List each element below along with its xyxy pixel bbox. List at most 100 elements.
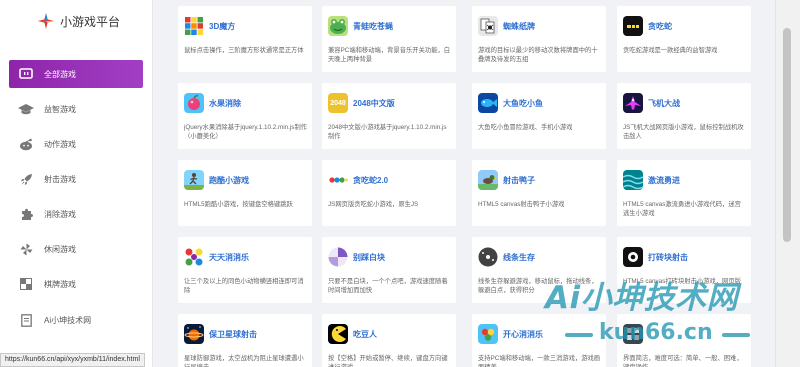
game-card-snake-2[interactable]: 贪吃蛇2.0 JS网页版贪吃蛇小游戏，原生JS (322, 160, 456, 226)
game-title: 贪吃蛇2.0 (353, 175, 389, 185)
logo-star-icon (38, 13, 54, 29)
game-card-frog[interactable]: 青蛙吃苍蝇 兼容PC端和移动端，背景音乐开关功能，白天晚上两种背景 (322, 6, 456, 72)
game-title: 大鱼吃小鱼 (503, 98, 543, 108)
game-title: 3D魔方 (209, 21, 236, 31)
fish-icon (478, 93, 498, 113)
game-description: 2048中文版小游戏基于jquery.1.10.2.min.js制作 (328, 124, 447, 140)
snake-icon (623, 16, 643, 36)
status-bar-url: https://kun66.cn/api/xyx/yxmb/11/index.h… (0, 353, 145, 367)
game-card-spider-solitaire[interactable]: 蜘蛛纸牌 游戏的目标以最少的移动次数将牌面中的十叠牌及待发的五组 (472, 6, 606, 72)
frog-icon (328, 16, 348, 36)
game-card-parkour[interactable]: 跑酷小游戏 HTML5跑酷小游戏，按键盘空格键跳跃 (178, 160, 312, 226)
2048-icon-text: 2048 (330, 99, 346, 107)
line-survive-icon (478, 247, 498, 267)
game-card-piano-tiles[interactable]: 别踩白块 只要不是白块，一个个点吧，游戏速度随着时间增加而加快 (322, 237, 456, 303)
sidebar-item-label: 动作游戏 (44, 139, 76, 149)
game-title: 打砖块射击 (648, 252, 688, 262)
scroll-thumb[interactable] (783, 28, 791, 242)
game-title: 跑酷小游戏 (209, 175, 249, 185)
sidebar-item-action-games[interactable]: 动作游戏 (9, 130, 143, 158)
game-description: 兼容PC端和移动端，背景音乐开关功能，白天晚上两种背景 (328, 47, 451, 63)
brick-icon (623, 247, 643, 267)
rubik-cube-icon (184, 16, 204, 36)
sidebar: 小游戏平台 全部游戏 益智游戏 动作游戏 射击游戏 消除游戏 休闲游戏 棋牌游戏… (0, 0, 153, 367)
reddit-icon (18, 137, 34, 151)
watermark-url: kun66.cn (599, 320, 713, 345)
game-description: 大鱼吃小鱼冒险游戏、手机小游戏 (478, 124, 573, 131)
game-card-pacman[interactable]: 吃豆人 按【空格】开始或暂停、继续，键盘方向键进行游戏 (322, 314, 456, 367)
game-title: 2048中文版 (353, 98, 395, 108)
planet-icon (184, 324, 204, 344)
game-title: 飞机大战 (648, 98, 680, 108)
game-description: HTML5 canvas激流勇进小游戏代码，迷宫逃生小游戏 (623, 201, 741, 217)
2048-icon: 2048 (328, 93, 348, 113)
vertical-scrollbar[interactable] (775, 0, 800, 367)
puzzle-icon (18, 207, 34, 221)
game-description: 游戏的目标以最少的移动次数将牌面中的十叠牌及待发的五组 (478, 47, 598, 63)
game-title: 射击鸭子 (503, 175, 535, 185)
duck-icon (478, 170, 498, 190)
game-title: 开心消消乐 (503, 329, 543, 339)
game-card-fruit-match[interactable]: 水果消除 jQuery水果消除基于jquery.1.10.2.min.js制作（… (178, 83, 312, 149)
game-card-snake[interactable]: 贪吃蛇 贪吃蛇游戏是一款经典的益智游戏 (617, 6, 751, 72)
spider-icon (478, 16, 498, 36)
game-title: 吃豆人 (353, 329, 377, 339)
piano-tiles-icon (328, 247, 348, 267)
pacman-icon (328, 324, 348, 344)
game-card-match-daily[interactable]: 天天消消乐 让三个及以上的同色小动物横竖相连即可消除 (178, 237, 312, 303)
game-description: 界面简洁，难度可选：简单、一般、困难，键盘操作 (623, 355, 743, 367)
game-description: JS网页版贪吃蛇小游戏，原生JS (328, 201, 419, 208)
game-description: 支持PC端和移动端，一款三消游戏，游戏画面精美 (478, 355, 601, 367)
game-title: 青蛙吃苍蝇 (353, 21, 393, 31)
game-description: 贪吃蛇游戏是一款经典的益智游戏 (623, 47, 718, 54)
sidebar-item-label: 全部游戏 (44, 69, 76, 79)
game-title: 保卫星球射击 (209, 329, 257, 339)
sidebar-item-label: 休闲游戏 (44, 244, 76, 254)
fruit-icon (184, 93, 204, 113)
graduation-cap-icon (18, 102, 34, 116)
sidebar-item-all-games[interactable]: 全部游戏 (9, 60, 143, 88)
sidebar-item-ai-tech[interactable]: Ai小坤技术网 (9, 306, 143, 334)
game-description: 只要不是白块，一个个点吧，游戏速度随着时间增加而加快 (328, 278, 448, 294)
sidebar-item-label: 棋牌游戏 (44, 279, 76, 289)
sidebar-item-label: 消除游戏 (44, 209, 76, 219)
game-title: 天天消消乐 (209, 252, 249, 262)
tv-icon (18, 67, 34, 81)
game-title: 蜘蛛纸牌 (503, 21, 535, 31)
game-title: 激流勇进 (648, 175, 680, 185)
game-card-big-fish[interactable]: 大鱼吃小鱼 大鱼吃小鱼冒险游戏、手机小游戏 (472, 83, 606, 149)
app-logo[interactable]: 小游戏平台 (38, 11, 120, 31)
game-card-rapids[interactable]: 激流勇进 HTML5 canvas激流勇进小游戏代码，迷宫逃生小游戏 (617, 160, 751, 226)
sidebar-item-puzzle-games[interactable]: 益智游戏 (9, 95, 143, 123)
game-description: HTML5 canvas射击鸭子小游戏 (478, 201, 565, 208)
runner-icon (184, 170, 204, 190)
watermark-title: Ai小坤技术网 (545, 280, 739, 316)
game-card-plane-war[interactable]: 飞机大战 JS飞机大战网页版小游戏，鼠标控制战机攻击敌人 (617, 83, 751, 149)
rapids-icon (623, 170, 643, 190)
happy-match-icon (478, 324, 498, 344)
game-card-planet-defense[interactable]: 保卫星球射击 星球防御游戏，太空战机为阻止星球遭遇小行星撞击 (178, 314, 312, 367)
game-description: 让三个及以上的同色小动物横竖相连即可消除 (184, 278, 304, 294)
plane-icon (623, 93, 643, 113)
game-description: HTML5跑酷小游戏，按键盘空格键跳跃 (184, 201, 293, 208)
game-card-2048[interactable]: 2048 2048中文版 2048中文版小游戏基于jquery.1.10.2.m… (322, 83, 456, 149)
game-card-happy-match[interactable]: 开心消消乐 支持PC端和移动端，一款三消游戏，游戏画面精美 (472, 314, 606, 367)
rocket-icon (18, 172, 34, 186)
snake2-icon (328, 170, 348, 190)
game-description: 鼠标点击操作，三阶魔方形状通常是正方体 (184, 47, 304, 54)
game-description: JS飞机大战网页版小游戏，鼠标控制战机攻击敌人 (623, 124, 744, 140)
game-description: 按【空格】开始或暂停、继续，键盘方向键进行游戏 (328, 355, 448, 367)
game-card-duck-shoot[interactable]: 射击鸭子 HTML5 canvas射击鸭子小游戏 (472, 160, 606, 226)
sidebar-item-casual-games[interactable]: 休闲游戏 (9, 235, 143, 263)
game-card-3d-cube[interactable]: 3D魔方 鼠标点击操作，三阶魔方形状通常是正方体 (178, 6, 312, 72)
sidebar-item-shooting-games[interactable]: 射击游戏 (9, 165, 143, 193)
sidebar-item-board-games[interactable]: 棋牌游戏 (9, 270, 143, 298)
game-description: jQuery水果消除基于jquery.1.10.2.min.js制作（小蘑美化） (184, 124, 308, 140)
sidebar-item-elimination-games[interactable]: 消除游戏 (9, 200, 143, 228)
match3-icon (184, 247, 204, 267)
page-icon (18, 313, 34, 327)
game-title: 线条生存 (503, 252, 535, 262)
app-title: 小游戏平台 (60, 14, 121, 29)
game-title: 贪吃蛇 (648, 21, 672, 31)
game-description: 星球防御游戏，太空战机为阻止星球遭遇小行星撞击 (184, 355, 304, 367)
